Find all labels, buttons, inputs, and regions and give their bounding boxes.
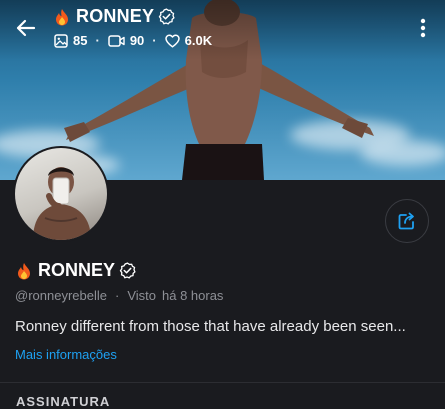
arrow-left-icon xyxy=(16,19,36,37)
heart-icon xyxy=(164,33,180,48)
avatar[interactable] xyxy=(13,146,109,242)
more-info-link[interactable]: Mais informações xyxy=(15,347,117,362)
photos-count: 85 xyxy=(73,33,88,48)
flame-icon xyxy=(56,8,68,25)
profile-name: RONNEY xyxy=(38,260,116,280)
likes-count: 6.0K xyxy=(184,33,213,48)
video-icon xyxy=(108,34,125,47)
profile-name-row: RONNEY xyxy=(16,260,136,281)
profile-bio: Ronney different from those that have al… xyxy=(15,318,406,335)
vertical-dots-icon xyxy=(420,18,426,38)
profile-username: @ronneyrebelle xyxy=(15,288,107,303)
header-stats: 85 · 90 · 6.0K xyxy=(54,33,212,48)
meta-separator: · xyxy=(114,288,120,303)
back-button[interactable] xyxy=(12,14,40,42)
videos-count: 90 xyxy=(129,33,145,48)
share-button[interactable] xyxy=(385,199,429,243)
more-options-button[interactable] xyxy=(413,14,433,42)
verified-badge-icon xyxy=(158,8,175,25)
top-bar: RONNEY 85 · 90 · 6.0K xyxy=(0,0,445,56)
last-seen-time: há 8 horas xyxy=(162,288,224,303)
likes-stat: 6.0K xyxy=(164,33,213,48)
photos-stat: 85 xyxy=(54,33,87,48)
stat-separator: · xyxy=(95,33,100,48)
flame-icon xyxy=(18,262,30,279)
profile-meta: @ronneyrebelle · Visto há 8 horas xyxy=(15,288,223,303)
avatar-photo xyxy=(33,167,91,240)
header-title-block: RONNEY 85 · 90 · 6.0K xyxy=(54,6,212,48)
image-icon xyxy=(54,33,68,48)
verified-badge-icon xyxy=(119,262,136,279)
last-seen-label: Visto xyxy=(127,288,156,303)
header-title: RONNEY xyxy=(76,6,155,26)
section-divider xyxy=(0,382,445,383)
stat-separator: · xyxy=(152,33,157,48)
avatar-image xyxy=(15,148,107,240)
videos-stat: 90 xyxy=(108,33,144,48)
share-icon xyxy=(398,212,414,230)
